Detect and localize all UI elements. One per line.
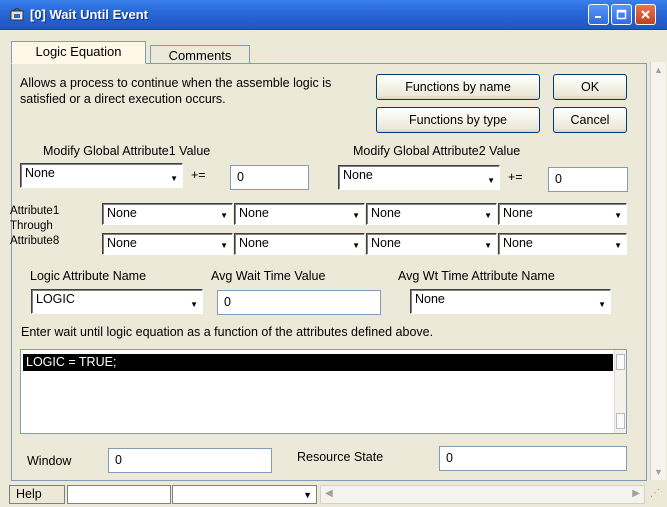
horizontal-scrollbar[interactable]: ◀ ▶ [320, 485, 645, 504]
attribute-select-6[interactable]: None ▼ [234, 233, 365, 255]
minimize-icon [595, 16, 601, 18]
chevron-down-icon: ▼ [220, 211, 228, 220]
maximize-icon [616, 9, 627, 20]
scroll-up-icon[interactable]: ▲ [654, 65, 663, 75]
global-attr2-label: Modify Global Attribute2 Value [353, 144, 521, 158]
chevron-down-icon: ▼ [484, 241, 492, 250]
tab-logic-equation[interactable]: Logic Equation [11, 41, 146, 64]
chevron-down-icon: ▼ [484, 211, 492, 220]
functions-by-type-button[interactable]: Functions by type [376, 107, 540, 133]
avg-wait-input[interactable]: 0 [217, 290, 381, 315]
global-attr1-label: Modify Global Attribute1 Value [43, 144, 211, 158]
description-text: Allows a process to continue when the as… [20, 76, 332, 106]
resize-grip-icon[interactable]: ⋰ [650, 488, 664, 502]
ok-button[interactable]: OK [553, 74, 627, 100]
equation-label: Enter wait until logic equation as a fun… [21, 325, 434, 339]
chevron-down-icon: ▼ [170, 174, 178, 183]
scroll-down-icon[interactable]: ▼ [654, 467, 663, 477]
equation-text[interactable]: LOGIC = TRUE; [23, 354, 613, 371]
global-attr2-select[interactable]: None ▼ [338, 165, 500, 190]
window-input[interactable]: 0 [108, 448, 272, 473]
avg-wt-attribute-label: Avg Wt Time Attribute Name [398, 269, 555, 283]
attribute-select-7[interactable]: None ▼ [366, 233, 497, 255]
global-attr2-value-input[interactable]: 0 [548, 167, 628, 192]
tab-comments[interactable]: Comments [150, 45, 250, 64]
attribute-select-1[interactable]: None ▼ [102, 203, 233, 225]
chevron-down-icon: ▼ [190, 300, 198, 309]
attribute-select-4[interactable]: None ▼ [498, 203, 627, 225]
chevron-down-icon: ▼ [220, 241, 228, 250]
scroll-right-icon[interactable]: ▶ [632, 488, 640, 499]
logic-attribute-label: Logic Attribute Name [30, 269, 147, 283]
title-bar[interactable]: [0] Wait Until Event [0, 0, 667, 30]
global-attr2-select-value: None [343, 168, 373, 182]
minimize-button[interactable] [588, 4, 609, 25]
global-attr1-operator: += [191, 168, 206, 182]
window-title: [0] Wait Until Event [30, 7, 148, 22]
chevron-down-icon: ▼ [614, 211, 622, 220]
chevron-down-icon: ▼ [598, 300, 606, 309]
equation-textarea[interactable]: LOGIC = TRUE; [20, 349, 627, 434]
attribute-select-3[interactable]: None ▼ [366, 203, 497, 225]
chevron-down-icon: ▼ [352, 211, 360, 220]
maximize-button[interactable] [611, 4, 632, 25]
status-select[interactable]: ▼ [172, 485, 317, 504]
attribute-select-8[interactable]: None ▼ [498, 233, 627, 255]
resource-state-input[interactable]: 0 [439, 446, 627, 471]
attributes-range-label: Attribute1 Through Attribute8 [10, 205, 60, 247]
avg-wt-attribute-select[interactable]: None ▼ [410, 289, 611, 314]
attribute-select-2[interactable]: None ▼ [234, 203, 365, 225]
global-attr1-value-input[interactable]: 0 [230, 165, 309, 190]
functions-by-name-button[interactable]: Functions by name [376, 74, 540, 100]
window-label: Window [27, 454, 72, 468]
chevron-down-icon: ▼ [352, 241, 360, 250]
scroll-left-icon[interactable]: ◀ [325, 488, 333, 499]
help-button[interactable]: Help [9, 485, 65, 504]
chevron-down-icon: ▼ [303, 490, 312, 500]
global-attr1-select-value: None [25, 166, 55, 180]
app-icon [10, 8, 24, 21]
attribute-select-5[interactable]: None ▼ [102, 233, 233, 255]
avg-wait-label: Avg Wait Time Value [211, 269, 326, 283]
cancel-button[interactable]: Cancel [553, 107, 627, 133]
equation-scrollbar[interactable] [614, 350, 626, 433]
chevron-down-icon: ▼ [487, 176, 495, 185]
status-bar: Help ▼ ◀ ▶ [0, 482, 667, 507]
global-attr2-operator: += [508, 170, 523, 184]
status-field [67, 485, 171, 504]
dialog-scrollbar[interactable]: ▲ ▼ [650, 62, 666, 480]
global-attr1-select[interactable]: None ▼ [20, 163, 183, 188]
resource-state-label: Resource State [297, 450, 384, 464]
logic-attribute-select[interactable]: LOGIC ▼ [31, 289, 203, 314]
close-icon [641, 10, 650, 19]
chevron-down-icon: ▼ [614, 241, 622, 250]
dialog-window: [0] Wait Until Event Logic Equation Comm… [0, 0, 667, 507]
close-button[interactable] [635, 4, 656, 25]
